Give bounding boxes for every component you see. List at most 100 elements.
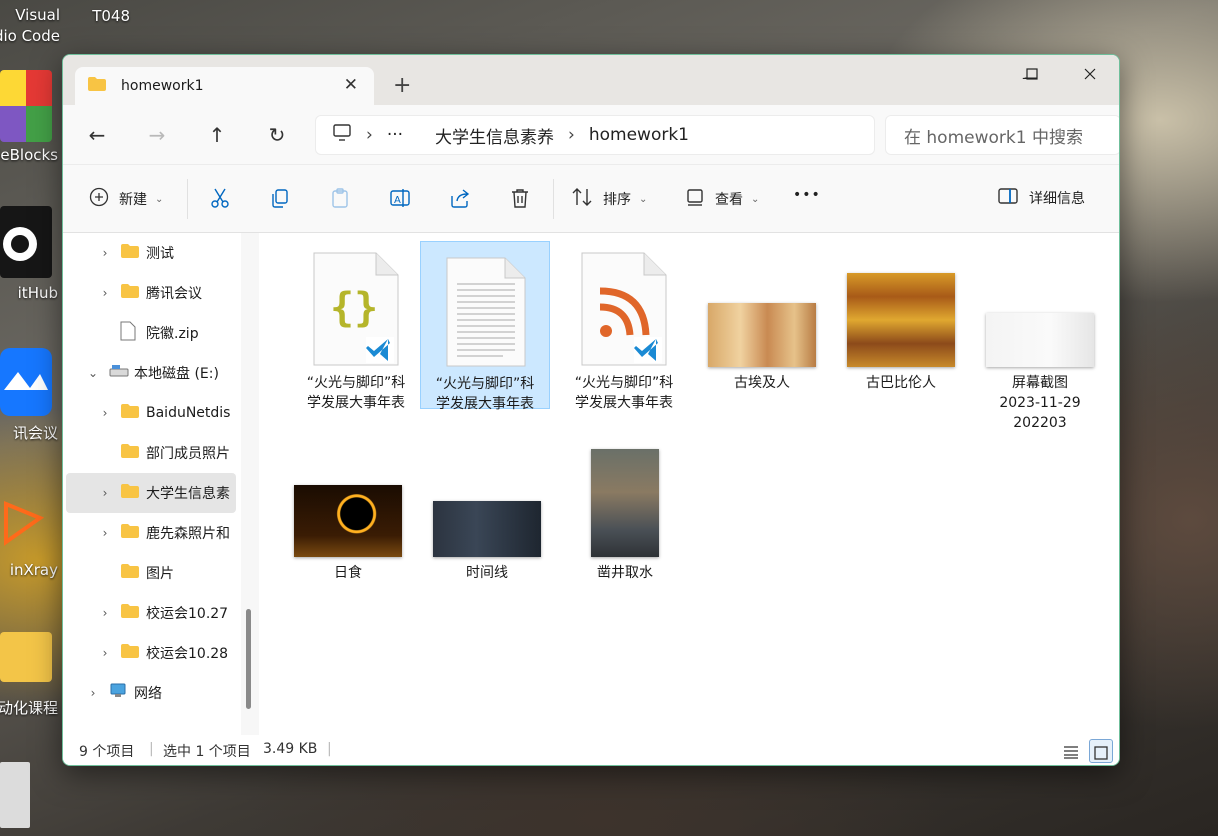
sidebar-item[interactable]: › 大学生信息素: [66, 473, 236, 513]
chevron-right-icon[interactable]: ›: [90, 286, 120, 300]
desktop-icon-tencent-meeting[interactable]: 讯会议: [0, 346, 60, 446]
sort-button[interactable]: 排序 ⌄: [571, 187, 647, 211]
sidebar-item-label: 校运会10.27: [146, 606, 229, 622]
file-thumbnail: [559, 243, 689, 367]
chevron-right-icon[interactable]: ›: [90, 406, 120, 420]
maximize-button[interactable]: [1004, 60, 1060, 88]
sidebar-item[interactable]: › 校运会10.28: [66, 633, 236, 673]
image-thumbnail: [294, 485, 402, 557]
file-thumbnail: {}: [291, 243, 421, 367]
close-tab-icon[interactable]: ✕: [344, 75, 358, 95]
file-name: 学发展大事年表: [307, 395, 405, 411]
copy-button[interactable]: [269, 187, 291, 213]
view-button[interactable]: 查看 ⌄: [685, 187, 759, 211]
file-item[interactable]: 日食: [283, 433, 413, 583]
folder-icon: [87, 76, 107, 96]
sidebar-item[interactable]: › BaiduNetdis: [66, 393, 236, 433]
desktop-icon-label: 动化课程: [0, 699, 58, 717]
breadcrumb-item[interactable]: 大学生信息素养: [435, 123, 554, 148]
sidebar-scrollbar[interactable]: [241, 233, 259, 735]
file-item[interactable]: 古巴比伦人: [836, 243, 966, 393]
search-input[interactable]: 在 homework1 中搜索: [885, 115, 1119, 155]
sidebar-item[interactable]: 院徽.zip: [66, 313, 236, 353]
file-list: {} “火光与脚印”科 学发展大事年表 “火光与脚印”科 学发展大事年表 “火光…: [259, 233, 1119, 735]
file-item[interactable]: 屏幕截图 2023-11-29 202203: [975, 243, 1105, 433]
tab-homework1[interactable]: homework1 ✕: [75, 67, 374, 105]
chevron-right-icon[interactable]: ›: [78, 686, 108, 700]
desktop-icon-github[interactable]: itHub: [0, 206, 60, 306]
chevron-right-icon[interactable]: ›: [90, 606, 120, 620]
close-button[interactable]: [1062, 60, 1118, 88]
file-name: 时间线: [466, 565, 508, 581]
file-item[interactable]: 凿井取水: [560, 433, 690, 583]
details-button[interactable]: 详细信息: [997, 187, 1085, 209]
desktop-icon-label: inXray: [9, 561, 58, 579]
new-tab-button[interactable]: +: [393, 73, 411, 98]
sidebar-item[interactable]: › 网络: [66, 673, 236, 713]
file-name: 古埃及人: [734, 375, 790, 391]
chevron-right-icon[interactable]: ›: [90, 526, 120, 540]
command-bar: 新建 ⌄ A 排序 ⌄ 查看 ⌄ ••• 详细信息: [63, 165, 1119, 233]
up-button[interactable]: ↑: [205, 123, 229, 147]
image-thumbnail: [433, 501, 541, 557]
sidebar-item[interactable]: › 测试: [66, 233, 236, 273]
close-icon: [1084, 68, 1096, 80]
desktop-icon-automation-course[interactable]: 动化课程: [0, 626, 60, 726]
sidebar-item[interactable]: › 校运会10.27: [66, 593, 236, 633]
chevron-down-icon[interactable]: ⌄: [78, 366, 108, 380]
sidebar-item-label: 部门成员照片: [146, 446, 230, 462]
refresh-button[interactable]: ↻: [265, 123, 289, 147]
address-bar[interactable]: › ··· 大学生信息素养 › homework1: [315, 115, 875, 155]
sidebar-item[interactable]: 部门成员照片: [66, 433, 236, 473]
file-item[interactable]: {} “火光与脚印”科 学发展大事年表: [291, 243, 421, 413]
zip-file-icon: [120, 321, 142, 345]
file-item[interactable]: “火光与脚印”科 学发展大事年表: [559, 243, 689, 413]
details-label: 详细信息: [1029, 191, 1085, 207]
forward-button[interactable]: →: [145, 123, 169, 147]
file-thumbnail: [975, 243, 1105, 367]
large-icons-view-button[interactable]: [1089, 739, 1113, 763]
back-button[interactable]: ←: [85, 123, 109, 147]
file-thumbnail: [283, 433, 413, 557]
scrollbar-thumb[interactable]: [246, 609, 251, 709]
tencent-meeting-icon: [0, 348, 52, 416]
document-icon: [0, 762, 30, 828]
desktop-icon-inxray[interactable]: inXray: [0, 486, 60, 586]
sidebar-item-label: BaiduNetdis: [146, 405, 231, 421]
file-item-selected[interactable]: “火光与脚印”科 学发展大事年表: [420, 241, 550, 412]
sidebar-item[interactable]: 图片: [66, 553, 236, 593]
file-item[interactable]: 时间线: [422, 433, 552, 583]
file-item[interactable]: 古埃及人: [697, 243, 827, 393]
navigation-bar: ← → ↑ ↻ › ··· 大学生信息素养 › homework1 在 home…: [63, 105, 1119, 165]
computer-icon: [332, 123, 352, 147]
tab-label: homework1: [121, 78, 204, 94]
desktop-icon-document[interactable]: [0, 760, 60, 836]
desktop-icon-vscode[interactable]: Visual dio Code: [0, 0, 60, 48]
more-options-button[interactable]: •••: [793, 187, 821, 203]
share-button[interactable]: [449, 187, 471, 213]
new-button[interactable]: 新建 ⌄: [89, 187, 163, 211]
sidebar-item[interactable]: › 腾讯会议: [66, 273, 236, 313]
text-file-icon: [446, 257, 526, 367]
desktop-icon-t048[interactable]: T048: [86, 0, 136, 28]
delete-button[interactable]: [509, 187, 531, 213]
navigation-pane: › 测试 › 腾讯会议 院徽.zip ⌄ 本地磁盘 (E:) › BaiduNetdis 部门成员…: [63, 233, 259, 735]
sidebar-item[interactable]: ⌄ 本地磁盘 (E:): [66, 353, 236, 393]
chevron-right-icon[interactable]: ›: [90, 646, 120, 660]
chevron-down-icon: ⌄: [639, 193, 648, 205]
rename-button[interactable]: A: [389, 187, 411, 213]
details-view-button[interactable]: [1059, 739, 1083, 763]
breadcrumb-item[interactable]: homework1: [589, 125, 689, 145]
chevron-right-icon[interactable]: ›: [90, 486, 120, 500]
rename-icon: A: [389, 187, 411, 213]
desktop-icon-codeblocks[interactable]: leBlocks: [0, 66, 60, 166]
view-label: 查看: [715, 192, 743, 208]
cut-button[interactable]: [209, 187, 231, 213]
chevron-down-icon: ⌄: [155, 193, 164, 205]
chevron-right-icon[interactable]: ›: [90, 246, 120, 260]
paste-button[interactable]: [329, 187, 351, 213]
breadcrumb-more[interactable]: ···: [387, 125, 403, 145]
sidebar-item[interactable]: › 鹿先森照片和: [66, 513, 236, 553]
sidebar-item-label: 鹿先森照片和: [146, 526, 230, 542]
sidebar-item-label: 图片: [146, 566, 174, 582]
